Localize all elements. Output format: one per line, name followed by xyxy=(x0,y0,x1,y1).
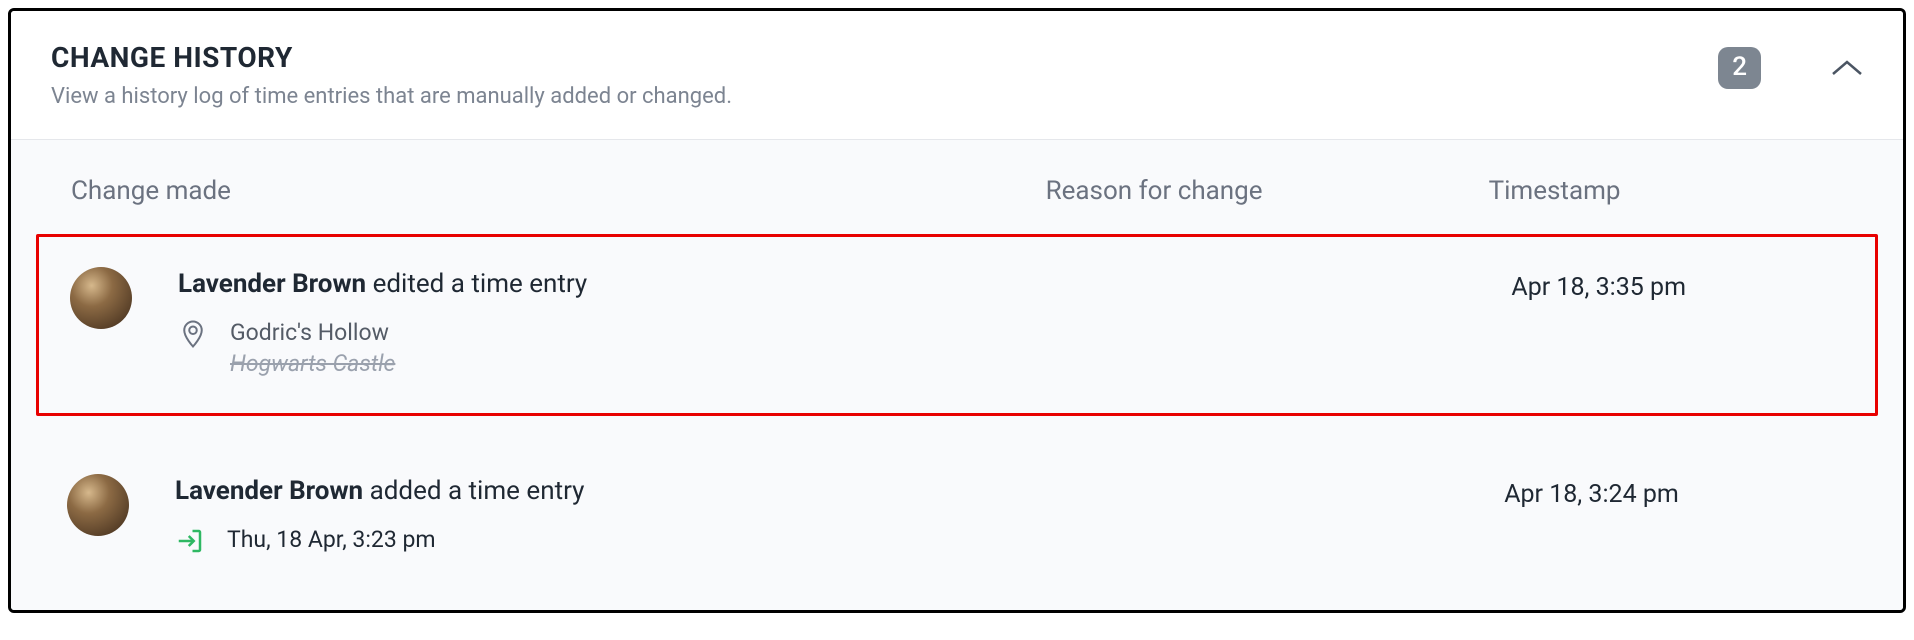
chevron-up-icon[interactable] xyxy=(1831,59,1863,77)
change-history-panel: CHANGE HISTORY View a history log of tim… xyxy=(8,8,1906,613)
history-entry[interactable]: Lavender Brown added a time entry Thu, 1… xyxy=(11,444,1903,590)
detail-current: Godric's Hollow xyxy=(230,317,395,348)
location-icon xyxy=(178,319,208,349)
count-badge: 2 xyxy=(1718,47,1761,89)
entry-user: Lavender Brown xyxy=(175,476,363,506)
detail-text: Thu, 18 Apr, 3:23 pm xyxy=(227,524,436,555)
columns-row: Change made Reason for change Timestamp xyxy=(11,140,1903,234)
column-header-reason: Reason for change xyxy=(1046,176,1489,206)
entry-detail: Godric's Hollow Hogwarts Castle xyxy=(178,317,587,379)
panel-body: Change made Reason for change Timestamp … xyxy=(11,140,1903,610)
detail-single: Thu, 18 Apr, 3:23 pm xyxy=(227,524,436,555)
entry-title: Lavender Brown edited a time entry xyxy=(178,269,587,299)
clock-in-icon xyxy=(175,526,205,556)
reason-cell xyxy=(1048,267,1503,379)
entry-action: added a time entry xyxy=(370,476,585,506)
history-entry[interactable]: Lavender Brown edited a time entry Godri… xyxy=(36,234,1878,416)
entry-text: Lavender Brown added a time entry Thu, 1… xyxy=(175,474,584,556)
avatar xyxy=(67,474,129,536)
reason-cell xyxy=(1048,474,1504,556)
detail-text: Godric's Hollow Hogwarts Castle xyxy=(230,317,395,379)
change-cell: Lavender Brown edited a time entry Godri… xyxy=(48,267,1048,379)
entry-user: Lavender Brown xyxy=(178,269,366,299)
panel-header[interactable]: CHANGE HISTORY View a history log of tim… xyxy=(11,11,1903,140)
column-header-change: Change made xyxy=(71,176,1046,206)
column-header-timestamp: Timestamp xyxy=(1489,176,1843,206)
detail-previous: Hogwarts Castle xyxy=(230,348,395,379)
entry-text: Lavender Brown edited a time entry Godri… xyxy=(178,267,587,379)
panel-title: CHANGE HISTORY xyxy=(51,41,1718,74)
entry-detail: Thu, 18 Apr, 3:23 pm xyxy=(175,524,584,556)
entry-title: Lavender Brown added a time entry xyxy=(175,476,584,506)
panel-subtitle: View a history log of time entries that … xyxy=(51,84,1718,109)
timestamp-cell: Apr 18, 3:35 pm xyxy=(1502,267,1866,379)
header-text: CHANGE HISTORY View a history log of tim… xyxy=(51,41,1718,109)
change-cell: Lavender Brown added a time entry Thu, 1… xyxy=(45,474,1048,556)
timestamp-cell: Apr 18, 3:24 pm xyxy=(1504,474,1869,556)
entry-action: edited a time entry xyxy=(373,269,588,299)
avatar xyxy=(70,267,132,329)
header-right: 2 xyxy=(1718,41,1863,89)
